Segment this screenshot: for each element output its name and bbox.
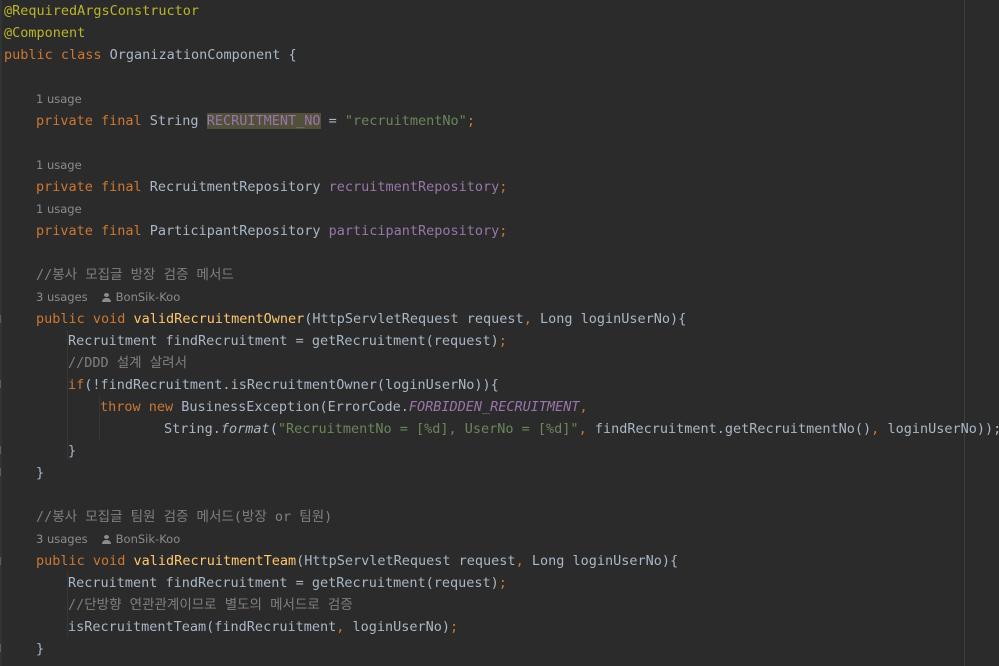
params: (HttpServletRequest request bbox=[296, 553, 516, 569]
fold-marker[interactable] bbox=[0, 315, 5, 323]
statement: loginUserNo)); bbox=[887, 421, 999, 437]
semicolon: ; bbox=[498, 575, 507, 591]
semicolon: ; bbox=[498, 333, 507, 349]
operator: = bbox=[320, 113, 345, 129]
condition: (!findRecruitment.isRecruitmentOwner(log… bbox=[84, 377, 499, 393]
keyword: private final bbox=[36, 223, 150, 239]
statement: loginUserNo) bbox=[352, 619, 451, 635]
comment: //단방향 연관관계이므로 별도의 메서드로 검증 bbox=[68, 597, 353, 613]
statement: Recruitment findRecruitment = getRecruit… bbox=[68, 575, 499, 591]
code-line: String.format("RecruitmentNo = [%d], Use… bbox=[164, 418, 999, 440]
string-literal: "recruitmentNo" bbox=[344, 113, 467, 129]
usage-hint[interactable]: 1 usage bbox=[36, 198, 82, 220]
comma: , bbox=[579, 399, 596, 415]
code-line: public void validRecruitmentTeam(HttpSer… bbox=[36, 550, 678, 572]
closing-brace: } bbox=[36, 465, 45, 481]
field-name: participantRepository bbox=[328, 223, 500, 239]
statement: findRecruitment.getRecruitmentNo() bbox=[594, 421, 872, 437]
closing-brace: } bbox=[36, 641, 45, 657]
fold-marker[interactable] bbox=[0, 468, 5, 476]
author-hint[interactable]: BonSik-Koo bbox=[101, 286, 181, 308]
person-icon bbox=[101, 293, 111, 302]
keyword: public void bbox=[36, 553, 134, 569]
keyword: throw new bbox=[100, 399, 182, 415]
fold-marker[interactable] bbox=[0, 557, 5, 565]
code-line: private final RecruitmentRepository recr… bbox=[36, 176, 507, 198]
method-name: validRecruitmentTeam bbox=[133, 553, 297, 569]
comma: , bbox=[578, 421, 595, 437]
class-name: OrganizationComponent { bbox=[109, 47, 297, 63]
fold-marker[interactable] bbox=[0, 380, 5, 388]
code-line: Recruitment findRecruitment = getRecruit… bbox=[68, 330, 507, 352]
usage-hint[interactable]: 1 usage bbox=[36, 154, 82, 176]
author-name: BonSik-Koo bbox=[115, 532, 181, 546]
method-name: validRecruitmentOwner bbox=[133, 311, 305, 327]
author-name: BonSik-Koo bbox=[115, 290, 181, 304]
type-name: RecruitmentRepository bbox=[149, 179, 329, 195]
field-name: RECRUITMENT_NO bbox=[206, 113, 321, 129]
code-line: public void validRecruitmentOwner(HttpSe… bbox=[36, 308, 686, 330]
constant: FORBIDDEN_RECRUITMENT bbox=[408, 399, 580, 415]
semicolon: ; bbox=[499, 179, 508, 195]
code-line: if(!findRecruitment.isRecruitmentOwner(l… bbox=[68, 374, 499, 396]
keyword: public class bbox=[4, 47, 110, 63]
type-name: ParticipantRepository bbox=[149, 223, 329, 239]
usage-hint[interactable]: 3 usages BonSik-Koo bbox=[36, 286, 180, 308]
usage-hint[interactable]: 1 usage bbox=[36, 88, 82, 110]
comma: , bbox=[871, 421, 888, 437]
keyword: public void bbox=[36, 311, 134, 327]
person-icon bbox=[101, 535, 111, 544]
method-call: format bbox=[220, 421, 270, 437]
params: (HttpServletRequest request bbox=[304, 311, 524, 327]
keyword: private final bbox=[36, 113, 150, 129]
statement: String. bbox=[164, 421, 221, 437]
closing-brace: } bbox=[68, 443, 77, 459]
type-name: String bbox=[149, 113, 207, 129]
code-line: private final ParticipantRepository part… bbox=[36, 220, 507, 242]
statement: isRecruitmentTeam(findRecruitment bbox=[68, 619, 337, 635]
semicolon: ; bbox=[499, 223, 508, 239]
fold-marker[interactable] bbox=[0, 644, 5, 652]
comma: , bbox=[515, 553, 532, 569]
params: Long loginUserNo){ bbox=[539, 311, 687, 327]
comment: //봉사 모집글 팀원 검증 메서드(방장 or 팀원) bbox=[36, 509, 333, 525]
params: Long loginUserNo){ bbox=[531, 553, 679, 569]
comment: //DDD 설계 살려서 bbox=[68, 355, 187, 371]
code-line: Recruitment findRecruitment = getRecruit… bbox=[68, 572, 507, 594]
comma: , bbox=[336, 619, 353, 635]
statement: BusinessException(ErrorCode. bbox=[181, 399, 409, 415]
code-line: throw new BusinessException(ErrorCode.FO… bbox=[100, 396, 596, 418]
semicolon: ; bbox=[466, 113, 475, 129]
code-line: public class OrganizationComponent { bbox=[4, 44, 297, 66]
usage-hint[interactable]: 3 usages BonSik-Koo bbox=[36, 528, 180, 550]
annotation: @RequiredArgsConstructor bbox=[4, 3, 200, 19]
gutter bbox=[0, 0, 2, 666]
comma: , bbox=[523, 311, 540, 327]
keyword: private final bbox=[36, 179, 150, 195]
code-line: @Component bbox=[4, 22, 85, 44]
statement: Recruitment findRecruitment = getRecruit… bbox=[68, 333, 499, 349]
right-margin-guide bbox=[964, 0, 965, 666]
code-line: isRecruitmentTeam(findRecruitment, login… bbox=[68, 616, 458, 638]
field-name: recruitmentRepository bbox=[328, 179, 500, 195]
annotation: @Component bbox=[4, 25, 86, 41]
author-hint[interactable]: BonSik-Koo bbox=[101, 528, 181, 550]
keyword: if bbox=[68, 377, 85, 393]
code-line: @RequiredArgsConstructor bbox=[4, 0, 199, 22]
usages-count[interactable]: 3 usages bbox=[36, 532, 88, 546]
string-literal: "RecruitmentNo = [%d], UserNo = [%d]" bbox=[277, 421, 579, 437]
code-editor[interactable]: @RequiredArgsConstructor @Component publ… bbox=[0, 0, 999, 666]
fold-marker[interactable] bbox=[0, 446, 5, 454]
comment: //봉사 모집글 방장 검증 메서드 bbox=[36, 267, 234, 283]
semicolon: ; bbox=[450, 619, 459, 635]
paren: ( bbox=[269, 421, 278, 437]
code-line: private final String RECRUITMENT_NO = "r… bbox=[36, 110, 475, 132]
usages-count[interactable]: 3 usages bbox=[36, 290, 88, 304]
